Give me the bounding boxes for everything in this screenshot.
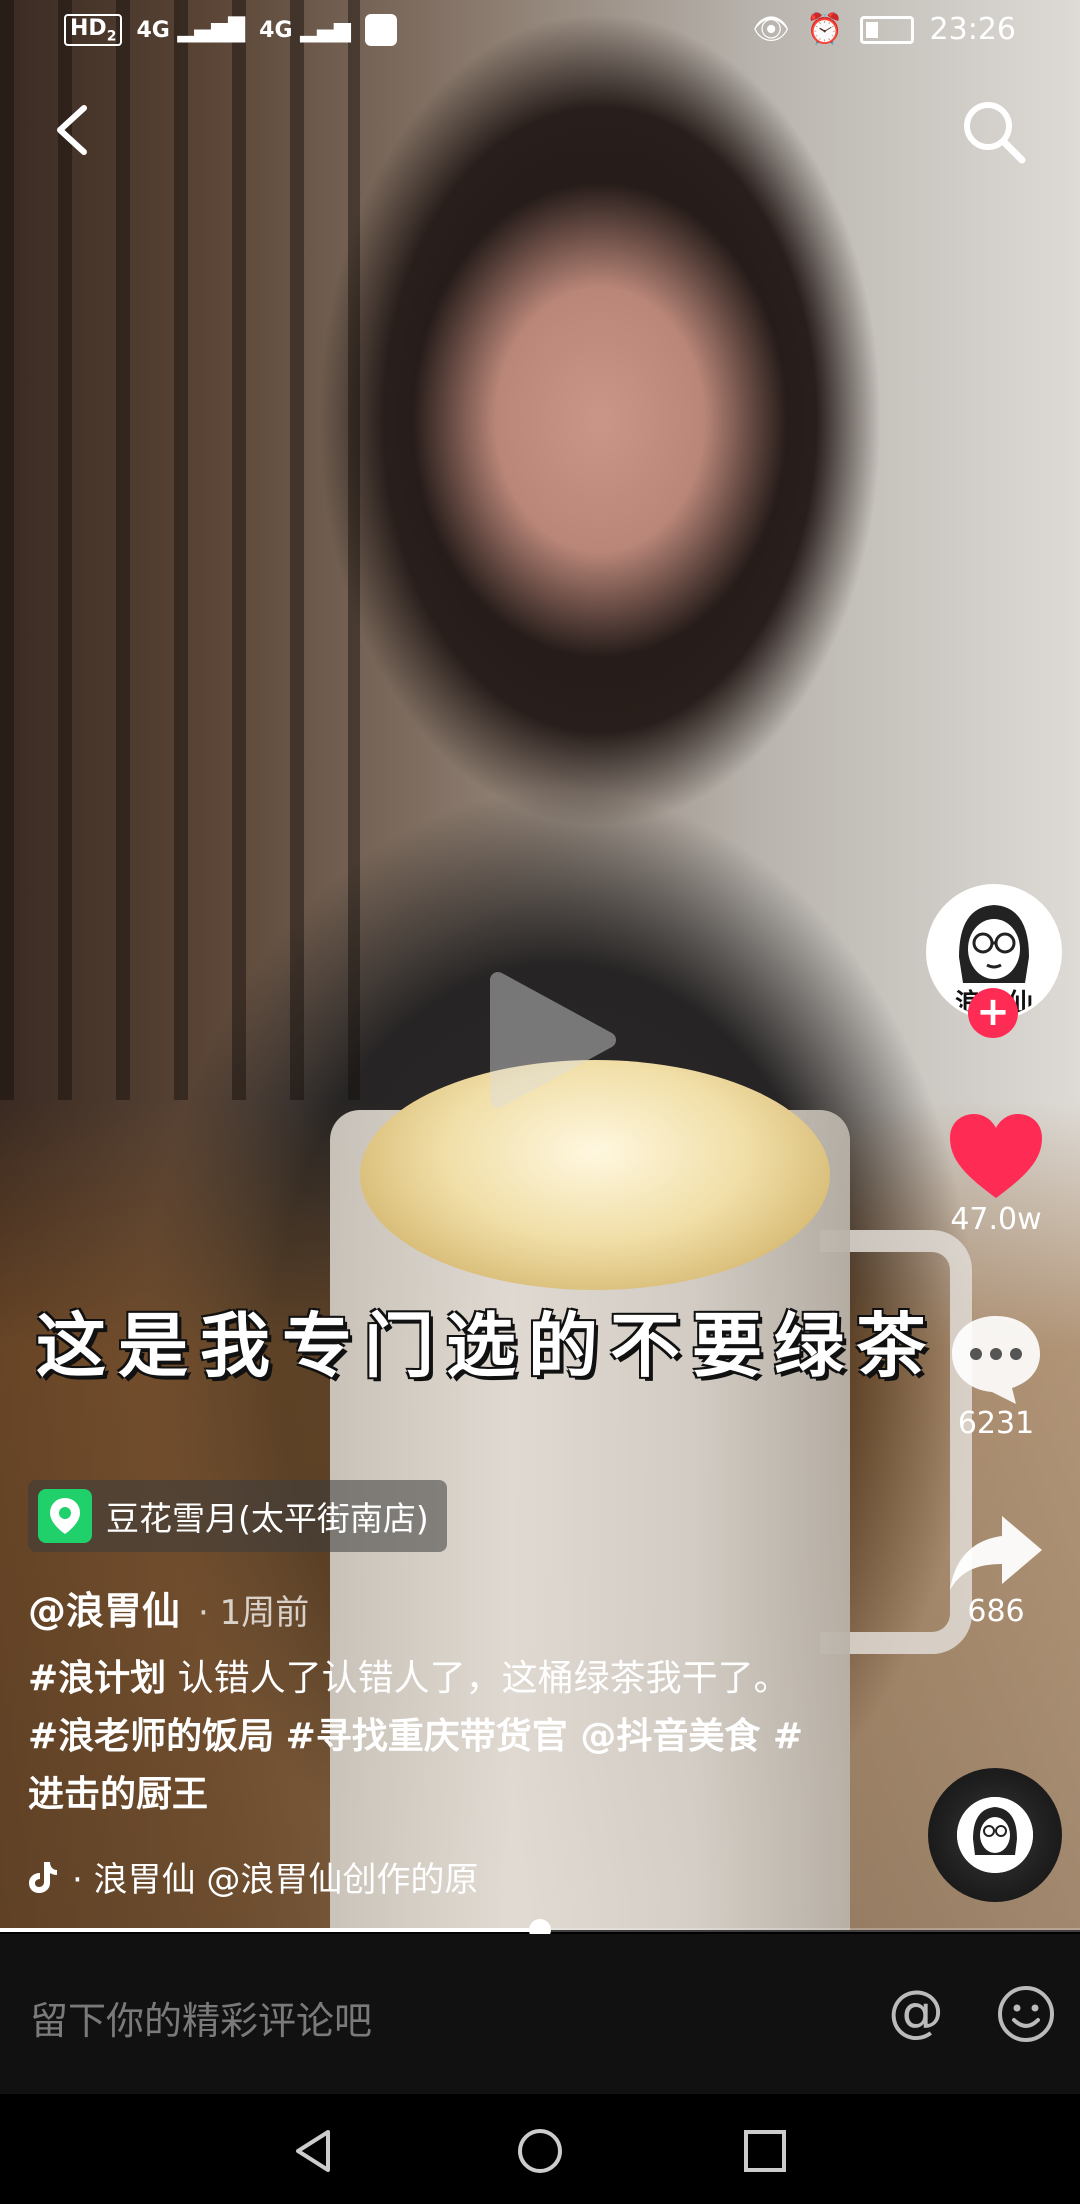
- video-progress-fill: [0, 1928, 540, 1932]
- comment-button[interactable]: 6231: [926, 1310, 1066, 1441]
- comment-bubble-icon: [952, 1316, 1040, 1404]
- hd-indicator: HD2: [64, 14, 123, 47]
- disc-avatar-icon: [957, 1797, 1033, 1873]
- status-bar: HD2 4G ▂▄▆█ 4G ▂▄▆ 👁 ⏰ 23:26: [0, 0, 1080, 66]
- comment-count: 6231: [957, 1406, 1035, 1441]
- comment-input[interactable]: 留下你的精彩评论吧: [30, 1990, 372, 2045]
- share-count: 686: [967, 1594, 1025, 1629]
- hashtag[interactable]: #寻找重庆带货官: [286, 1716, 568, 1757]
- location-pin-icon: [38, 1489, 92, 1543]
- svg-text:@: @: [888, 1982, 944, 2044]
- video-screen: HD2 4G ▂▄▆█ 4G ▂▄▆ 👁 ⏰ 23:26 这是我专门选的不要绿茶: [0, 0, 1080, 2204]
- like-button[interactable]: 47.0w: [926, 1110, 1066, 1237]
- video-description: #浪计划 认错人了认错人了，这桶绿茶我干了。 #浪老师的饭局 #寻找重庆带货官 @…: [28, 1650, 818, 1824]
- follow-button[interactable]: +: [968, 988, 1018, 1038]
- alarm-icon: ⏰: [806, 12, 844, 47]
- app-notification-icon: [364, 14, 397, 47]
- signal-indicator-1: 4G ▂▄▆█: [136, 17, 246, 43]
- hashtag[interactable]: #浪老师的饭局: [28, 1716, 274, 1757]
- author-line: @浪胃仙 · 1周前: [28, 1580, 309, 1635]
- battery-icon: [859, 15, 914, 44]
- music-line[interactable]: · 浪胃仙 @浪胃仙创作的原: [28, 1852, 478, 1901]
- share-arrow-icon: [950, 1516, 1042, 1590]
- video-progress-bar[interactable]: [0, 1919, 1080, 1941]
- music-disc-cover: [957, 1797, 1033, 1873]
- location-name: 豆花雪月(太平街南店): [106, 1499, 429, 1538]
- music-disc[interactable]: [928, 1768, 1062, 1902]
- search-icon[interactable]: [958, 96, 1028, 166]
- music-title: · 浪胃仙 @浪胃仙创作的原: [72, 1860, 479, 1900]
- location-chip[interactable]: 豆花雪月(太平街南店): [28, 1480, 447, 1552]
- comment-bar: 留下你的精彩评论吧 @: [0, 1934, 1080, 2094]
- video-background-bars: [0, 0, 360, 1100]
- nav-home-icon[interactable]: [515, 2126, 565, 2176]
- hashtag[interactable]: #浪计划: [28, 1658, 166, 1699]
- nav-recents-icon[interactable]: [740, 2126, 790, 2176]
- system-nav-bar: [0, 2094, 1080, 2204]
- nav-back-icon[interactable]: [290, 2126, 340, 2176]
- emoji-icon[interactable]: [996, 1984, 1056, 2044]
- like-count: 47.0w: [950, 1202, 1042, 1237]
- description-text: 认错人了认错人了，这桶绿茶我干了。: [166, 1658, 790, 1699]
- signal-indicator-2: 4G ▂▄▆: [259, 17, 351, 43]
- mention-icon[interactable]: @: [884, 1982, 948, 2046]
- post-time: · 1周前: [198, 1593, 310, 1633]
- clock: 23:26: [929, 12, 1016, 47]
- share-button[interactable]: 686: [926, 1510, 1066, 1629]
- author-handle[interactable]: @浪胃仙: [28, 1589, 180, 1633]
- heart-icon: [950, 1114, 1042, 1198]
- tiktok-note-icon: [29, 1861, 57, 1893]
- video-subtitle: 这是我专门选的不要绿茶: [36, 1305, 938, 1387]
- back-arrow-icon[interactable]: [44, 100, 104, 160]
- play-icon[interactable]: [468, 960, 628, 1120]
- mention[interactable]: @抖音美食: [568, 1716, 773, 1757]
- eye-icon: 👁: [752, 12, 791, 47]
